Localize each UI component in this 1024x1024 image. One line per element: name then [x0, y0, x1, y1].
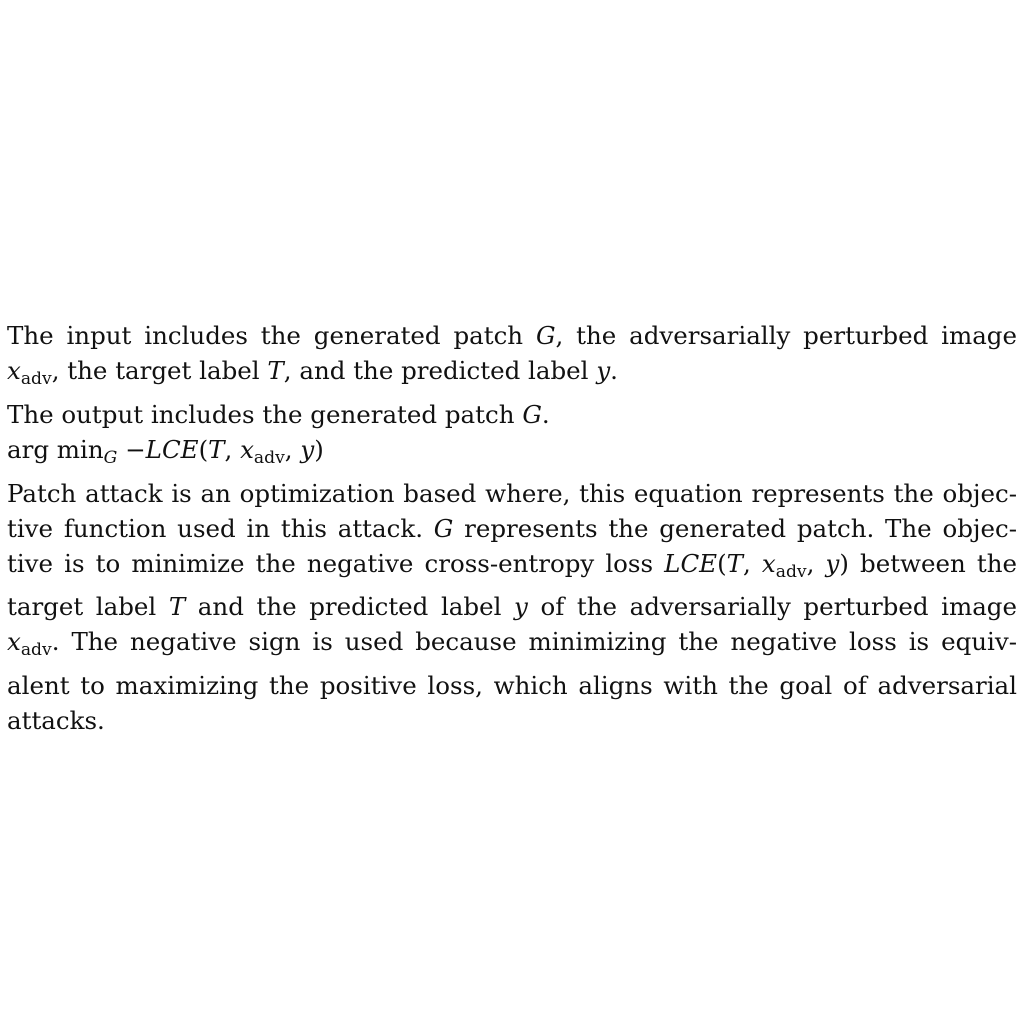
math-T: T	[168, 592, 186, 622]
input-line-1: The input includes the generated patch G…	[7, 318, 1017, 353]
input-paragraph: The input includes the generated patch G…	[7, 318, 1017, 397]
text-span: represents the generated patch. The obje…	[453, 513, 1017, 543]
desc-line-7: attacks.	[7, 703, 1017, 738]
math-LCE: LCE	[145, 434, 199, 464]
math-y: y	[300, 434, 315, 464]
text-span: The output includes the generated patch	[7, 399, 523, 429]
math-paren: )	[314, 434, 324, 464]
text-span: , the target label	[51, 356, 268, 385]
text-span: of the adversarially perturbed image	[527, 592, 1017, 622]
math-T: T	[726, 548, 743, 578]
text-span: .	[541, 399, 550, 429]
math-T: T	[208, 434, 225, 464]
input-line-2: xadv, the target label T, and the predic…	[7, 353, 1017, 397]
math-sub-G: G	[103, 447, 118, 468]
desc-line-1: Patch attack is an optimization based wh…	[7, 476, 1017, 511]
desc-line-5: xadv. The negative sign is used because …	[7, 624, 1017, 668]
math-y: y	[825, 548, 840, 578]
text-span: Patch attack is an optimization based wh…	[7, 478, 1017, 508]
math-paren: )	[839, 548, 849, 578]
desc-line-3: tive is to minimize the negative cross-e…	[7, 546, 1017, 590]
math-sub-adv: adv	[20, 368, 52, 389]
math-comma: ,	[806, 548, 826, 578]
text-span: , and the predicted label	[283, 356, 597, 385]
math-x: x	[7, 627, 21, 657]
math-sub-adv: adv	[20, 640, 52, 661]
text-span: The input includes the generated patch	[7, 321, 536, 350]
desc-line-2: tive function used in this attack. G rep…	[7, 511, 1017, 546]
math-argmin: arg min	[7, 434, 104, 464]
math-sub-adv: adv	[775, 561, 807, 582]
math-comma: ,	[742, 548, 762, 578]
math-comma: ,	[224, 434, 241, 464]
text-span: , the adversarially perturbed image	[555, 321, 1017, 350]
math-G: G	[433, 513, 454, 543]
math-G: G	[522, 399, 542, 429]
math-x: x	[240, 434, 254, 464]
paper-text-block: The input includes the generated patch G…	[7, 318, 1017, 738]
math-comma: ,	[284, 434, 301, 464]
text-span: tive function used in this attack.	[7, 513, 434, 543]
desc-line-6: alent to maximizing the positive loss, w…	[7, 668, 1017, 703]
math-paren: (	[198, 434, 209, 464]
text-span: attacks.	[7, 706, 105, 736]
text-span: tive is to minimize the negative cross-e…	[7, 548, 665, 578]
math-y: y	[514, 592, 528, 622]
text-span: alent to maximizing the positive loss, w…	[7, 671, 1017, 701]
text-span: and the predicted label	[185, 592, 515, 622]
output-paragraph: The output includes the generated patch …	[7, 397, 1017, 432]
text-span: between the	[848, 548, 1018, 578]
math-sub-adv: adv	[253, 447, 285, 468]
desc-line-4: target label T and the predicted label y…	[7, 589, 1017, 624]
math-LCE: LCE	[664, 548, 718, 578]
math-G: G	[535, 321, 556, 350]
objective-equation: arg minG −LCE(T, xadv, y)	[7, 432, 1017, 476]
text-span: . The negative sign is used because mini…	[51, 627, 1017, 657]
math-paren: (	[717, 548, 727, 578]
text-span: target label	[7, 592, 169, 622]
text-span: .	[610, 356, 618, 385]
math-y: y	[596, 356, 611, 385]
math-x: x	[7, 356, 21, 385]
output-line: The output includes the generated patch …	[7, 397, 1017, 432]
math-T: T	[267, 356, 284, 385]
math-x: x	[761, 548, 776, 578]
equation-line: arg minG −LCE(T, xadv, y)	[7, 432, 1017, 476]
description-paragraph: Patch attack is an optimization based wh…	[7, 476, 1017, 739]
math-minus: −	[125, 434, 146, 464]
